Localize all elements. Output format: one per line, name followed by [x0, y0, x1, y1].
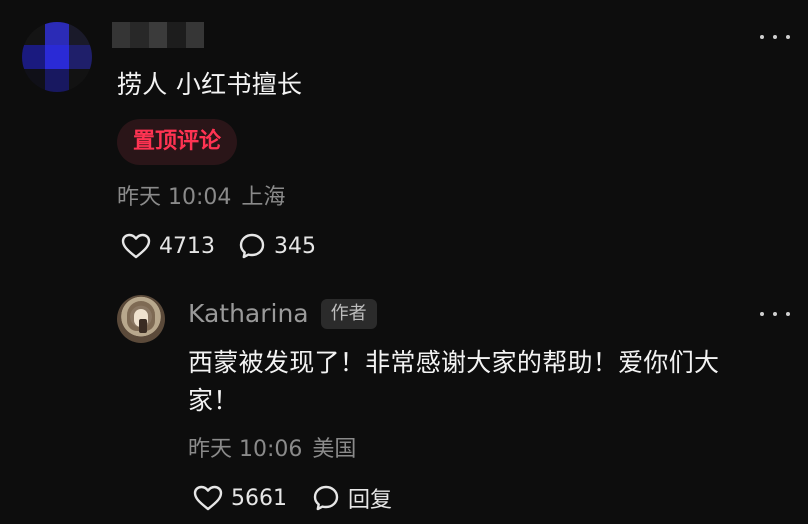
- avatar-pixel-cell: [68, 22, 92, 46]
- like-count: 4713: [159, 233, 215, 259]
- more-options-icon[interactable]: [760, 30, 790, 44]
- reply-author-name[interactable]: Katharina: [188, 298, 309, 330]
- comment-time: 昨天 10:04: [117, 185, 232, 210]
- avatar-pixel-cell: [22, 45, 46, 69]
- reply-text-line-2: 家！: [188, 386, 239, 415]
- pinned-comment-badge: 置顶评论: [117, 119, 238, 165]
- comment-meta: 昨天 10:04 上海: [117, 183, 285, 213]
- username-pixel-cell: [148, 22, 168, 48]
- reply-button[interactable]: 回复: [312, 483, 392, 513]
- heart-icon: [193, 485, 223, 511]
- username-pixelated[interactable]: [112, 22, 204, 48]
- comment-text: 捞人 小红书擅长: [117, 70, 303, 99]
- reply-like-count: 5661: [231, 485, 287, 511]
- reply-label: 回复: [348, 488, 393, 513]
- comment-location: 上海: [241, 185, 286, 210]
- avatar-pixel-cell: [22, 68, 46, 92]
- avatar-pixel-cell: [45, 22, 69, 46]
- username-pixel-cell: [112, 22, 131, 48]
- avatar-pixel-cell: [22, 22, 46, 46]
- comment-count: 345: [274, 233, 316, 259]
- comment-bubble-icon: [239, 233, 265, 259]
- reply-header: Katharina 作者: [188, 298, 377, 330]
- avatar-pixel-cell: [68, 45, 92, 69]
- reply-location: 美国: [312, 437, 357, 462]
- avatar-pixel-cell: [68, 68, 92, 92]
- username-pixel-cell: [167, 22, 186, 48]
- reply-avatar[interactable]: [117, 295, 165, 343]
- avatar-pixel-cell: [45, 68, 69, 92]
- reply-more-options-icon[interactable]: [760, 307, 790, 321]
- username-pixel-cell: [130, 22, 149, 48]
- reply-meta: 昨天 10:06 美国: [188, 435, 356, 465]
- author-badge: 作者: [320, 299, 377, 329]
- like-button[interactable]: 4713: [121, 231, 215, 261]
- heart-icon: [121, 233, 151, 259]
- comment-bubble-icon: [313, 485, 339, 511]
- avatar[interactable]: [22, 22, 92, 92]
- username-pixel-cell: [185, 22, 204, 48]
- reply-text-line-1: 西蒙被发现了！非常感谢大家的帮助！爱你们大: [188, 348, 720, 377]
- reply-like-button[interactable]: 5661: [193, 483, 287, 513]
- reply-time: 昨天 10:06: [188, 437, 303, 462]
- comment-button[interactable]: 345: [238, 231, 316, 261]
- avatar-pixel-cell: [45, 45, 69, 69]
